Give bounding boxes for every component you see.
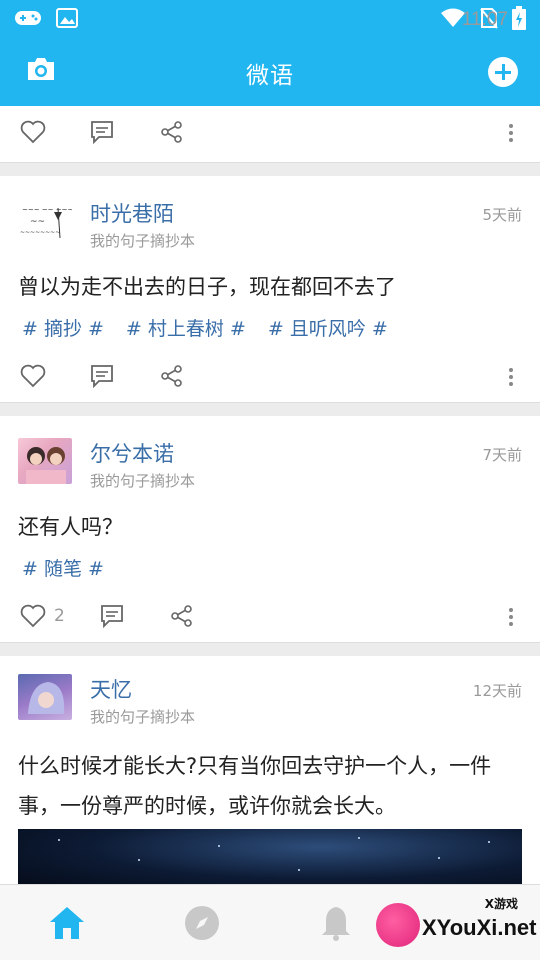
share-button[interactable] bbox=[160, 364, 184, 388]
author-source: 我的句子摘抄本 bbox=[90, 708, 196, 726]
svg-text:~~: ~~ bbox=[30, 217, 45, 227]
watermark-logo: X游戏 XYouXi.net bbox=[372, 893, 537, 955]
post-card bbox=[0, 106, 540, 162]
comment-button[interactable] bbox=[100, 604, 124, 628]
watermark-text: XYouXi.net bbox=[422, 915, 537, 940]
heart-icon bbox=[20, 120, 46, 144]
share-icon bbox=[161, 365, 182, 387]
app-header: 11:07 微语 bbox=[0, 0, 540, 106]
avatar[interactable] bbox=[18, 674, 72, 720]
like-count: 2 bbox=[54, 606, 65, 626]
avatar[interactable]: ~~~ ~~ ~~~ ~~ ~~~~~~~~ bbox=[18, 198, 72, 244]
post-time: 5天前 bbox=[482, 206, 522, 224]
author-name[interactable]: 尔兮本诺 bbox=[90, 438, 174, 468]
tag[interactable]: # 随笔 # bbox=[22, 554, 104, 581]
tag[interactable]: # 摘抄 # bbox=[22, 314, 104, 341]
divider bbox=[0, 162, 540, 176]
author-name[interactable]: 时光巷陌 bbox=[90, 198, 174, 228]
post-time: 12天前 bbox=[472, 682, 522, 700]
bell-icon[interactable] bbox=[320, 905, 356, 941]
post-card: 尔兮本诺 我的句子摘抄本 7天前 还有人吗？ # 随笔 # 2 bbox=[0, 416, 540, 642]
post-content[interactable]: 曾以为走不出去的日子，现在都回不去了 bbox=[18, 267, 522, 307]
post-time: 7天前 bbox=[482, 446, 522, 464]
comment-icon bbox=[91, 121, 113, 144]
like-button[interactable] bbox=[20, 120, 46, 144]
post-feed[interactable]: ~~~ ~~ ~~~ ~~ ~~~~~~~~ 时光巷陌 我的句子摘抄本 5天前 … bbox=[0, 106, 540, 884]
avatar[interactable] bbox=[18, 438, 72, 484]
more-options-icon[interactable] bbox=[508, 368, 514, 390]
comment-icon bbox=[101, 605, 123, 628]
add-post-button[interactable] bbox=[488, 57, 518, 87]
status-bar: 11:07 bbox=[0, 0, 540, 38]
post-content[interactable]: 什么时候才能长大?只有当你回去守护一个人，一件事，一份尊严的时候，或许你就会长大… bbox=[18, 746, 522, 826]
like-button[interactable]: 2 bbox=[20, 604, 65, 628]
tag[interactable]: # 且听风吟 # bbox=[268, 314, 388, 341]
battery-charging-icon bbox=[512, 6, 526, 34]
watermark-small-text: X游戏 bbox=[484, 897, 518, 911]
comment-button[interactable] bbox=[90, 120, 114, 144]
author-source: 我的句子摘抄本 bbox=[90, 232, 196, 250]
tag-list: # 随笔 # bbox=[22, 554, 104, 581]
more-options-icon[interactable] bbox=[508, 124, 514, 146]
post-actions bbox=[0, 108, 540, 158]
more-options-icon[interactable] bbox=[508, 608, 514, 630]
home-icon[interactable] bbox=[48, 905, 84, 941]
svg-text:~~~~~~~~: ~~~~~~~~ bbox=[20, 229, 60, 236]
divider bbox=[0, 402, 540, 416]
author-name[interactable]: 天忆 bbox=[90, 674, 132, 704]
page-title: 微语 bbox=[246, 63, 294, 89]
divider bbox=[0, 642, 540, 656]
heart-icon bbox=[20, 364, 46, 388]
comment-icon bbox=[91, 365, 113, 388]
post-card: ~~~ ~~ ~~~ ~~ ~~~~~~~~ 时光巷陌 我的句子摘抄本 5天前 … bbox=[0, 176, 540, 402]
app-bar: 微语 bbox=[0, 40, 540, 102]
share-icon bbox=[171, 605, 192, 627]
svg-text:~~~ ~~ ~~~: ~~~ ~~ ~~~ bbox=[22, 206, 72, 214]
author-source: 我的句子摘抄本 bbox=[90, 472, 196, 490]
gamepad-icon bbox=[14, 8, 42, 32]
gamepad-logo-icon bbox=[376, 903, 420, 947]
tag[interactable]: # 村上春树 # bbox=[126, 314, 246, 341]
post-image[interactable] bbox=[18, 829, 522, 884]
image-icon bbox=[56, 8, 78, 32]
comment-button[interactable] bbox=[90, 364, 114, 388]
share-button[interactable] bbox=[170, 604, 194, 628]
heart-icon bbox=[20, 604, 46, 628]
compass-icon[interactable] bbox=[184, 905, 220, 941]
bottom-nav: X游戏 XYouXi.net bbox=[0, 884, 540, 960]
share-icon bbox=[161, 121, 182, 143]
post-content[interactable]: 还有人吗？ bbox=[18, 507, 522, 547]
status-time: 11:07 bbox=[461, 9, 508, 30]
post-actions bbox=[0, 352, 540, 402]
tag-list: # 摘抄 # # 村上春树 # # 且听风吟 # bbox=[22, 314, 388, 341]
post-card: 天忆 我的句子摘抄本 12天前 什么时候才能长大?只有当你回去守护一个人，一件事… bbox=[0, 656, 540, 884]
post-actions: 2 bbox=[0, 592, 540, 642]
share-button[interactable] bbox=[160, 120, 184, 144]
like-button[interactable] bbox=[20, 364, 46, 388]
